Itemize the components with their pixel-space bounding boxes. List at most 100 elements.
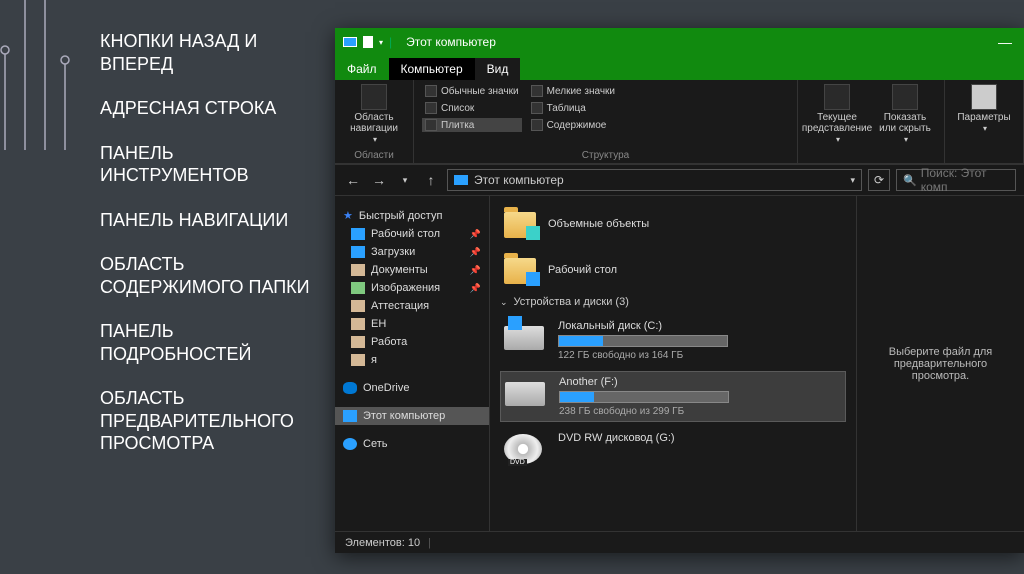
label-content: Область содержимого папки xyxy=(100,253,320,298)
drive-dvd[interactable]: DVD DVD RW дисковод (G:) xyxy=(500,428,846,468)
hdd-icon xyxy=(505,382,545,406)
drive-c-bar xyxy=(558,335,728,347)
nav-folder-3[interactable]: Работа xyxy=(335,333,489,351)
search-placeholder: Поиск: Этот комп xyxy=(921,166,1009,194)
options-label: Параметры xyxy=(957,112,1010,123)
nav-thispc[interactable]: Этот компьютер xyxy=(335,407,489,425)
thispc-icon xyxy=(454,175,468,185)
view-normal-icons[interactable]: Обычные значки xyxy=(422,84,522,98)
nav-network[interactable]: Сеть xyxy=(335,435,489,453)
desktop-icon xyxy=(351,228,365,240)
cloud-icon xyxy=(343,382,357,394)
search-input[interactable]: 🔍 Поиск: Этот комп xyxy=(896,169,1016,191)
address-bar: ← → ▾ ↑ Этот компьютер ▾ ⟳ 🔍 Поиск: Этот… xyxy=(335,164,1024,196)
ribbon: Область навигации ▾ Области Обычные знач… xyxy=(335,80,1024,164)
folder-icon xyxy=(351,336,365,348)
network-icon xyxy=(343,438,357,450)
breadcrumb[interactable]: Этот компьютер xyxy=(474,173,564,187)
item-3d-objects[interactable]: Объемные объекты xyxy=(500,204,846,244)
drive-dvd-name: DVD RW дисковод (G:) xyxy=(558,432,842,444)
item-desktop[interactable]: Рабочий стол xyxy=(500,250,846,290)
options-button[interactable]: Параметры▾ xyxy=(953,84,1015,134)
tab-computer[interactable]: Компьютер xyxy=(389,58,475,80)
current-view-label: Текущее представление xyxy=(802,112,872,134)
preview-text: Выберите файл для предварительного просм… xyxy=(867,346,1014,382)
nav-pane-icon xyxy=(361,84,387,110)
documents-icon xyxy=(351,264,365,276)
nav-quick-access[interactable]: ★Быстрый доступ xyxy=(335,206,489,225)
drive-c-sub: 122 ГБ свободно из 164 ГБ xyxy=(558,350,842,361)
drive-f[interactable]: Another (F:) 238 ГБ свободно из 299 ГБ xyxy=(500,371,846,422)
drive-c[interactable]: Локальный диск (C:) 122 ГБ свободно из 1… xyxy=(500,316,846,365)
label-nav: Панель навигации xyxy=(100,209,320,232)
pictures-icon xyxy=(351,282,365,294)
pin-icon: 📌 xyxy=(470,265,481,276)
show-hide-button[interactable]: Показать или скрыть▾ xyxy=(874,84,936,145)
dvd-icon: DVD xyxy=(504,434,542,464)
show-hide-icon xyxy=(892,84,918,110)
label-preview: Область предварительного просмотра xyxy=(100,387,320,455)
folder-icon xyxy=(351,354,365,366)
folder-icon xyxy=(351,300,365,312)
folder-icon xyxy=(351,318,365,330)
chevron-down-icon[interactable]: ▾ xyxy=(850,175,855,186)
pin-icon: 📌 xyxy=(470,229,481,240)
star-icon: ★ xyxy=(343,209,353,222)
tab-file[interactable]: Файл xyxy=(335,58,389,80)
explorer-window: ▾ | Этот компьютер — Файл Компьютер Вид … xyxy=(335,28,1024,553)
group-areas: Области xyxy=(343,150,405,161)
nav-downloads[interactable]: Загрузки📌 xyxy=(335,243,489,261)
thispc-icon xyxy=(343,37,357,47)
label-toolbar: Панель инструментов xyxy=(100,142,320,187)
refresh-button[interactable]: ⟳ xyxy=(868,169,890,191)
thispc-icon xyxy=(343,410,357,422)
window-title: Этот компьютер xyxy=(406,35,496,49)
tab-view[interactable]: Вид xyxy=(475,58,521,80)
minimize-button[interactable]: — xyxy=(998,34,1024,50)
preview-pane: Выберите файл для предварительного просм… xyxy=(856,196,1024,531)
nav-panel: ★Быстрый доступ Рабочий стол📌 Загрузки📌 … xyxy=(335,196,490,531)
pin-icon: 📌 xyxy=(470,283,481,294)
divider: | xyxy=(389,35,392,49)
label-details: Панель подробностей xyxy=(100,320,320,365)
nav-pane-button[interactable]: Область навигации ▾ xyxy=(343,84,405,145)
show-hide-label: Показать или скрыть xyxy=(874,112,936,134)
drive-f-name: Another (F:) xyxy=(559,376,841,388)
status-bar: Элементов: 10 | xyxy=(335,531,1024,553)
nav-pictures[interactable]: Изображения📌 xyxy=(335,279,489,297)
options-icon xyxy=(971,84,997,110)
group-layout: Структура xyxy=(422,150,789,161)
view-content[interactable]: Содержимое xyxy=(528,118,618,132)
downloads-icon xyxy=(351,246,365,258)
up-button[interactable]: ↑ xyxy=(421,170,441,190)
drive-f-bar xyxy=(559,391,729,403)
back-button[interactable]: ← xyxy=(343,170,363,190)
content-area: Объемные объекты Рабочий стол ⌄ Устройст… xyxy=(490,196,856,531)
view-tiles[interactable]: Плитка xyxy=(422,118,522,132)
nav-desktop[interactable]: Рабочий стол📌 xyxy=(335,225,489,243)
chevron-down-icon: ▾ xyxy=(373,136,377,145)
search-icon: 🔍 xyxy=(903,174,917,187)
chevron-down-icon: ⌄ xyxy=(500,297,508,308)
group-devices[interactable]: ⌄ Устройства и диски (3) xyxy=(500,296,846,308)
view-small-icons[interactable]: Мелкие значки xyxy=(528,84,618,98)
qat-dropdown-icon[interactable]: ▾ xyxy=(379,38,383,47)
titlebar[interactable]: ▾ | Этот компьютер — xyxy=(335,28,1024,56)
recent-button[interactable]: ▾ xyxy=(395,170,415,190)
forward-button[interactable]: → xyxy=(369,170,389,190)
nav-folder-1[interactable]: Аттестация xyxy=(335,297,489,315)
annotations: Кнопки назад и вперед Адресная строка Па… xyxy=(100,30,320,477)
nav-documents[interactable]: Документы📌 xyxy=(335,261,489,279)
nav-pane-label: Область навигации xyxy=(343,112,405,134)
nav-folder-2[interactable]: ЕН xyxy=(335,315,489,333)
nav-folder-4[interactable]: я xyxy=(335,351,489,369)
item-count: Элементов: 10 xyxy=(345,537,420,549)
view-list[interactable]: Список xyxy=(422,101,522,115)
current-view-button[interactable]: Текущее представление▾ xyxy=(806,84,868,145)
path-input[interactable]: Этот компьютер ▾ xyxy=(447,169,862,191)
label-address: Адресная строка xyxy=(100,97,320,120)
ribbon-tabs: Файл Компьютер Вид xyxy=(335,56,1024,80)
nav-onedrive[interactable]: OneDrive xyxy=(335,379,489,397)
doc-icon xyxy=(363,36,373,48)
view-table[interactable]: Таблица xyxy=(528,101,618,115)
